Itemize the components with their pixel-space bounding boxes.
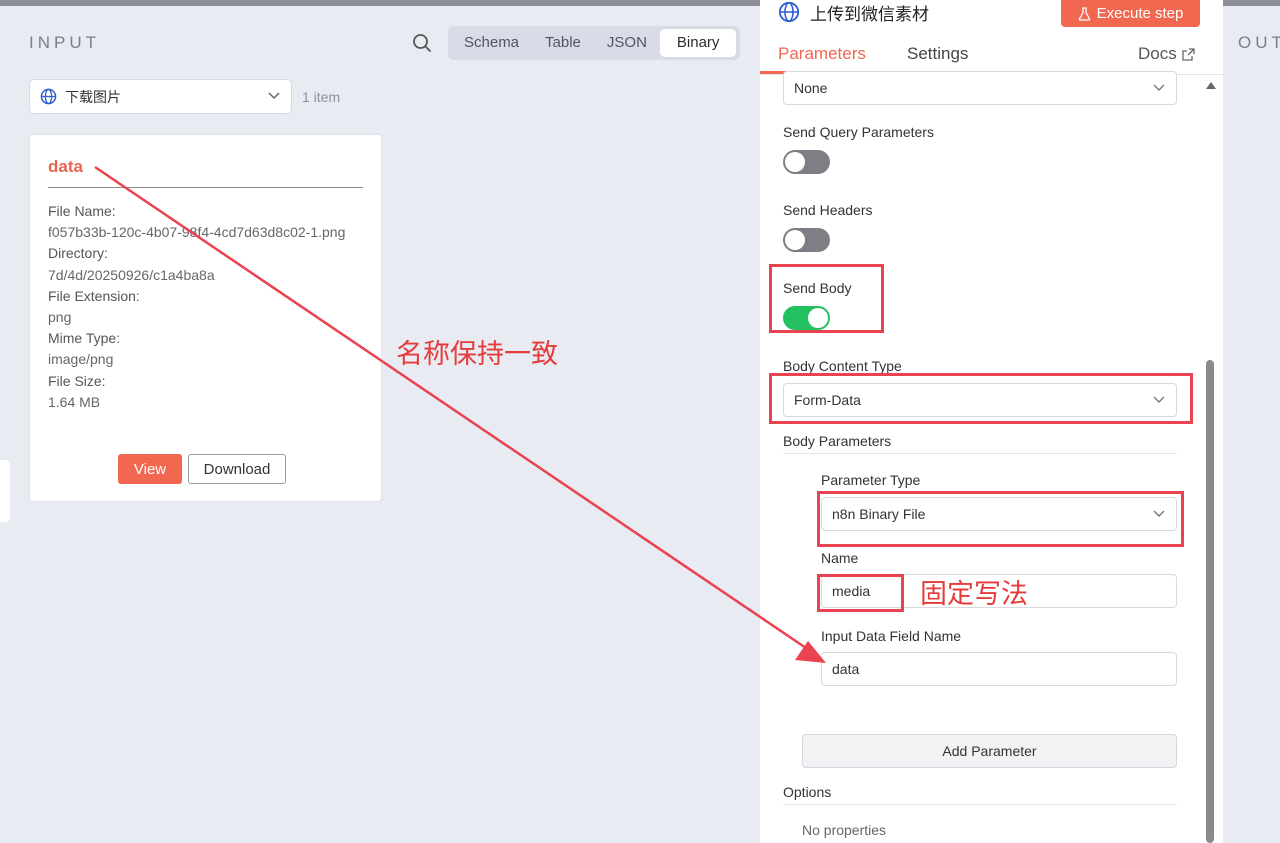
input-node-name: 下载图片 (65, 88, 121, 105)
mime-type-label: Mime Type: (48, 330, 121, 347)
options-label: Options (783, 784, 832, 800)
chevron-down-icon (1152, 80, 1166, 97)
scrollbar-thumb[interactable] (1206, 360, 1214, 843)
file-name-value: f057b33b-120c-4b07-98f4-4cd7d63d8c02-1.p… (48, 224, 346, 241)
item-count: 1 item (302, 89, 341, 105)
mime-type-value: image/png (48, 351, 114, 368)
scrollbar[interactable] (1204, 80, 1216, 843)
execute-step-button[interactable]: Execute step (1061, 0, 1200, 27)
input-panel-title: INPUT (29, 33, 100, 52)
file-extension-value: png (48, 309, 72, 326)
docs-label: Docs (1138, 44, 1177, 63)
download-button[interactable]: Download (188, 454, 286, 484)
body-parameters-label: Body Parameters (783, 433, 892, 449)
binary-metadata: File Name: f057b33b-120c-4b07-98f4-4cd7d… (48, 201, 368, 413)
file-extension-label: File Extension: (48, 287, 140, 304)
body-content-type-label: Body Content Type (783, 358, 902, 374)
send-headers-toggle[interactable] (783, 228, 830, 252)
file-name-label: File Name: (48, 203, 116, 219)
external-link-icon (1182, 47, 1195, 61)
authentication-value: None (794, 80, 828, 96)
directory-value: 7d/4d/20250926/c1a4ba8a (48, 266, 215, 283)
input-data-field-label: Input Data Field Name (821, 628, 962, 644)
authentication-select[interactable]: None (783, 71, 1177, 105)
highlight-send-body (769, 264, 884, 333)
canvas-edge-handle (0, 460, 10, 522)
tab-parameters[interactable]: Parameters (778, 44, 866, 64)
binary-property-key: data (48, 157, 83, 176)
highlight-body-content-type (769, 373, 1193, 424)
node-title: 上传到微信素材 (778, 0, 929, 24)
send-headers-label: Send Headers (783, 202, 873, 218)
annotation-keep-name-consistent: 名称保持一致 (396, 339, 558, 370)
file-size-value: 1.64 MB (48, 393, 101, 410)
send-query-toggle[interactable] (783, 150, 830, 174)
directory-label: Directory: (48, 245, 108, 262)
search-icon[interactable] (411, 32, 433, 54)
tab-settings[interactable]: Settings (907, 44, 968, 64)
highlight-parameter-type (817, 491, 1184, 547)
name-label: Name (821, 550, 859, 566)
output-panel-title: OUT (1238, 33, 1280, 52)
parameter-type-label: Parameter Type (821, 472, 921, 488)
divider (783, 453, 1177, 454)
annotation-fixed-format: 固定写法 (920, 579, 1028, 610)
divider (48, 187, 363, 188)
node-title-text: 上传到微信素材 (810, 4, 929, 24)
tab-binary[interactable]: Binary (659, 29, 737, 57)
tab-table[interactable]: Table (532, 29, 594, 57)
display-mode-tabs: Schema Table JSON Binary (448, 26, 740, 60)
tab-schema[interactable]: Schema (451, 29, 532, 57)
input-data-field-input[interactable]: data (821, 652, 1177, 686)
file-size-label: File Size: (48, 372, 106, 389)
flask-icon (1078, 6, 1090, 21)
input-node-select[interactable]: 下载图片 (29, 79, 292, 114)
no-properties-text: No properties (802, 822, 887, 838)
highlight-name-field (817, 574, 904, 612)
execute-step-label: Execute step (1096, 5, 1184, 22)
view-button[interactable]: View (118, 454, 182, 484)
tab-json[interactable]: JSON (594, 29, 660, 57)
chevron-down-icon (267, 88, 281, 105)
globe-icon (40, 88, 57, 105)
binary-data-card: data File Name: f057b33b-120c-4b07-98f4-… (29, 134, 382, 502)
globe-icon (778, 1, 800, 23)
add-parameter-button[interactable]: Add Parameter (802, 734, 1177, 768)
divider (783, 804, 1177, 805)
docs-link[interactable]: Docs (1138, 44, 1195, 64)
scroll-up-icon[interactable] (1206, 82, 1216, 89)
send-query-label: Send Query Parameters (783, 124, 934, 140)
